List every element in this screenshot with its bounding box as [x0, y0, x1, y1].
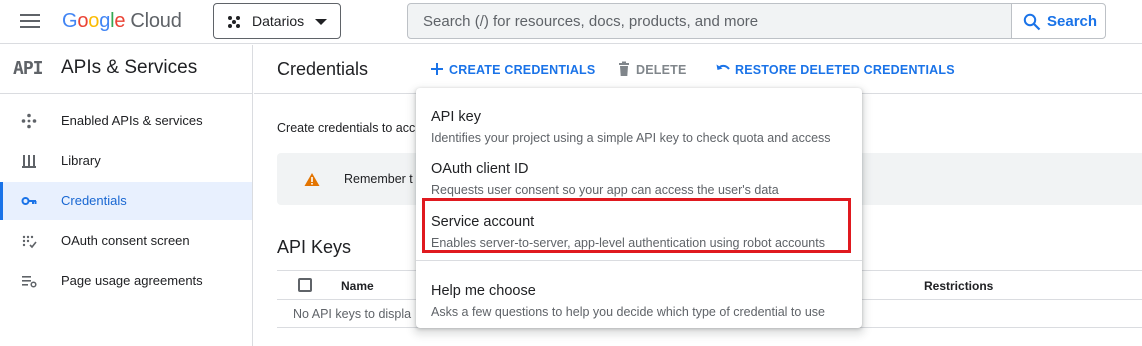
search-input[interactable]	[408, 4, 1010, 38]
delete-button[interactable]: DELETE	[616, 61, 686, 79]
sidebar-item-label: Credentials	[61, 193, 127, 208]
restore-label: RESTORE DELETED CREDENTIALS	[735, 63, 955, 77]
menu-item-title: Service account	[431, 214, 535, 230]
api-keys-heading: API Keys	[277, 237, 352, 257]
empty-table-message: No API keys to displa	[293, 307, 412, 321]
warning-text: Remember t	[344, 172, 413, 186]
menu-item-service-account[interactable]: Service account Enables server-to-server…	[416, 201, 862, 253]
google-cloud-logo[interactable]: Google Cloud	[62, 9, 182, 33]
plus-icon	[431, 63, 443, 75]
delete-label: DELETE	[636, 63, 687, 77]
sidebar-item-label: Page usage agreements	[61, 273, 203, 288]
menu-item-api-key[interactable]: API key Identifies your project using a …	[416, 96, 862, 148]
intro-text: Create credentials to acc	[277, 121, 416, 135]
search-bar: Search	[407, 3, 1106, 39]
agreements-icon	[22, 276, 37, 288]
top-header: Google Cloud Datarios Search	[0, 0, 1142, 44]
consent-icon	[22, 235, 37, 249]
menu-item-description: Identifies your project using a simple A…	[431, 131, 831, 145]
project-name: Datarios	[252, 13, 305, 29]
main-menu-icon[interactable]	[20, 13, 40, 29]
menu-item-help-me-choose[interactable]: Help me choose Asks a few questions to h…	[416, 270, 862, 322]
menu-item-description: Asks a few questions to help you decide …	[431, 305, 825, 319]
menu-item-title: API key	[431, 109, 481, 125]
page-header: Credentials CREATE CREDENTIALS DELETE RE…	[254, 45, 1142, 94]
search-icon	[1023, 13, 1041, 31]
sidebar-item-enabled-apis[interactable]: Enabled APIs & services	[0, 102, 252, 140]
menu-item-description: Requests user consent so your app can ac…	[431, 183, 779, 197]
sidebar-item-oauth-consent[interactable]: OAuth consent screen	[0, 222, 252, 260]
sidebar-item-label: Enabled APIs & services	[61, 113, 203, 128]
create-credentials-button[interactable]: CREATE CREDENTIALS	[429, 61, 595, 79]
sidebar-item-library[interactable]: Library	[0, 142, 252, 180]
api-dots-icon	[21, 113, 37, 129]
undo-icon	[716, 64, 730, 70]
menu-divider	[416, 260, 862, 261]
search-button[interactable]: Search	[1011, 3, 1106, 39]
menu-item-title: OAuth client ID	[431, 161, 529, 177]
api-badge-icon: API	[13, 58, 43, 79]
trash-icon	[619, 61, 629, 76]
sidebar-item-page-usage[interactable]: Page usage agreements	[0, 262, 252, 300]
key-icon	[21, 197, 37, 205]
logo-cloud-text: Cloud	[130, 10, 182, 32]
warning-icon	[304, 173, 320, 186]
sidebar-item-credentials[interactable]: Credentials	[0, 182, 252, 220]
project-dots-icon	[228, 16, 240, 28]
page-title: Credentials	[277, 59, 369, 79]
menu-item-title: Help me choose	[431, 283, 536, 299]
column-header-restrictions[interactable]: Restrictions	[924, 279, 993, 293]
restore-deleted-credentials-button[interactable]: RESTORE DELETED CREDENTIALS	[715, 61, 955, 79]
sidebar-title: APIs & Services	[61, 57, 198, 78]
sidebar-item-label: Library	[61, 153, 101, 168]
column-header-name[interactable]: Name	[341, 279, 374, 293]
menu-item-oauth-client-id[interactable]: OAuth client ID Requests user consent so…	[416, 148, 862, 200]
sidebar-item-label: OAuth consent screen	[61, 233, 190, 248]
menu-item-description: Enables server-to-server, app-level auth…	[431, 236, 825, 250]
project-selector[interactable]: Datarios	[213, 3, 341, 39]
create-credentials-label: CREATE CREDENTIALS	[449, 63, 596, 77]
library-icon	[22, 155, 36, 168]
select-all-checkbox[interactable]	[298, 278, 312, 292]
sidebar: API APIs & Services Enabled APIs & servi…	[0, 45, 253, 346]
chevron-down-icon	[315, 19, 327, 25]
create-credentials-menu: API key Identifies your project using a …	[416, 88, 862, 328]
sidebar-header: API APIs & Services	[0, 45, 252, 94]
search-button-label: Search	[1047, 13, 1098, 30]
